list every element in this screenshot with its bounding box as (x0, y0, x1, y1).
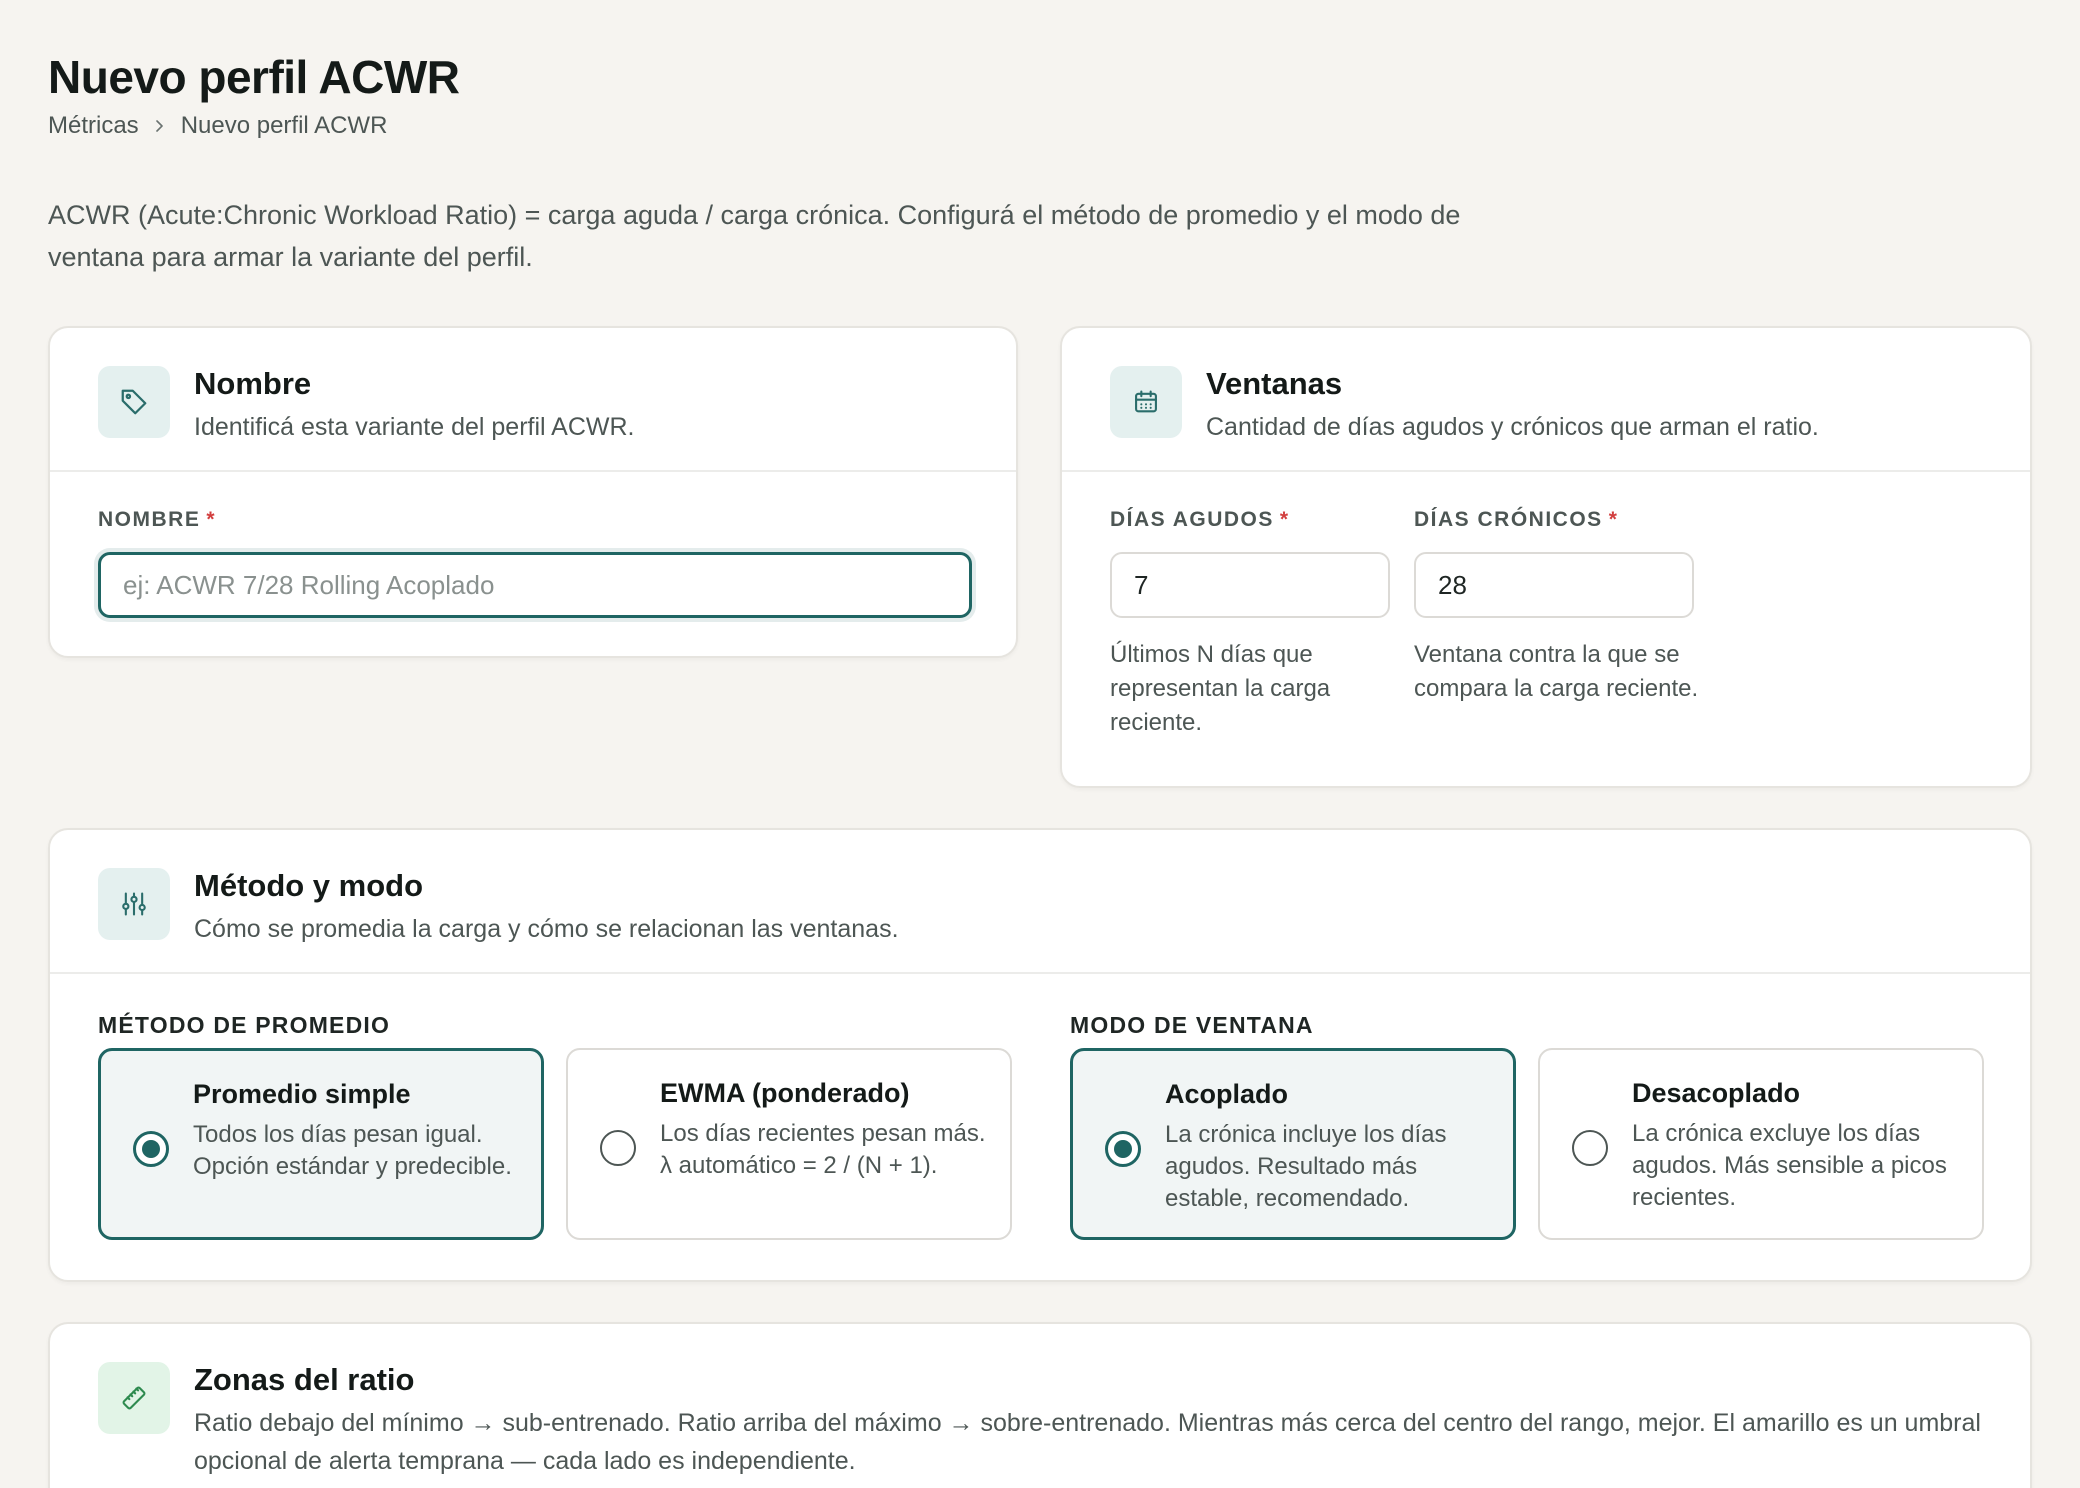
tag-icon (98, 366, 170, 438)
modo-ventana-label: MODO DE VENTANA (1070, 1012, 1314, 1038)
breadcrumb-item-metricas[interactable]: Métricas (48, 112, 139, 140)
dias-cronicos-label: DÍAS CRÓNICOS * (1414, 508, 1619, 531)
option-desc: La crónica incluye los días agudos. Resu… (1165, 1121, 1447, 1212)
radio-desacoplado[interactable] (1572, 1130, 1608, 1166)
option-title: EWMA (ponderado) (660, 1078, 910, 1108)
ruler-icon (98, 1362, 170, 1434)
zonas-card-subtitle: Ratio debajo del mínimo → sub-entrenado.… (194, 1409, 1981, 1475)
nombre-card-header: Nombre Identificá esta variante del perf… (50, 328, 1016, 472)
option-title: Acoplado (1165, 1079, 1289, 1109)
required-mark: * (1608, 508, 1619, 531)
metodo-card-header: Método y modo Cómo se promedia la carga … (50, 830, 2030, 974)
calendar-icon (1110, 366, 1182, 438)
zonas-card: Zonas del ratio Ratio debajo del mínimo … (48, 1322, 2032, 1488)
intro-text: ACWR (Acute:Chronic Workload Ratio) = ca… (48, 200, 1461, 272)
required-mark: * (1279, 508, 1290, 531)
breadcrumb: Métricas Nuevo perfil ACWR (48, 112, 387, 140)
breadcrumb-item-current: Nuevo perfil ACWR (180, 112, 388, 139)
ventanas-card-title: Ventanas (1206, 366, 1343, 401)
metodo-modo-card: Método y modo Cómo se promedia la carga … (48, 828, 2032, 1282)
nombre-card-subtitle: Identificá esta variante del perfil ACWR… (194, 413, 635, 441)
ventanas-card: Ventanas Cantidad de días agudos y cróni… (1060, 326, 2032, 788)
ventanas-card-header: Ventanas Cantidad de días agudos y cróni… (1062, 328, 2030, 472)
option-desacoplado[interactable]: Desacoplado La crónica excluye los días … (1538, 1048, 1984, 1240)
dias-cronicos-help: Ventana contra la que se compara la carg… (1414, 641, 1699, 702)
metodo-card-subtitle: Cómo se promedia la carga y cómo se rela… (194, 915, 899, 943)
option-promedio-simple[interactable]: Promedio simple Todos los días pesan igu… (98, 1048, 544, 1240)
dias-agudos-help: Últimos N días que representan la carga … (1110, 641, 1331, 736)
radio-promedio-simple[interactable] (133, 1131, 169, 1167)
zonas-card-header: Zonas del ratio Ratio debajo del mínimo … (50, 1324, 2030, 1475)
option-desc: Los días recientes pesan más. λ automáti… (660, 1120, 986, 1179)
dias-cronicos-input[interactable] (1414, 552, 1694, 618)
radio-acoplado[interactable] (1105, 1131, 1141, 1167)
option-ewma[interactable]: EWMA (ponderado) Los días recientes pesa… (566, 1048, 1012, 1240)
ventanas-card-subtitle: Cantidad de días agudos y crónicos que a… (1206, 413, 1819, 441)
option-desc: La crónica excluye los días agudos. Más … (1632, 1120, 1947, 1211)
nombre-card: Nombre Identificá esta variante del perf… (48, 326, 1018, 658)
option-title: Promedio simple (193, 1079, 411, 1109)
chevron-right-icon (153, 113, 167, 139)
metodo-card-title: Método y modo (194, 868, 424, 903)
option-title: Desacoplado (1632, 1078, 1801, 1108)
page-title: Nuevo perfil ACWR (48, 51, 460, 103)
dias-agudos-label: DÍAS AGUDOS * (1110, 508, 1290, 531)
zonas-card-title: Zonas del ratio (194, 1362, 415, 1397)
option-acoplado[interactable]: Acoplado La crónica incluye los días agu… (1070, 1048, 1516, 1240)
nombre-input[interactable] (98, 552, 972, 618)
sliders-icon (98, 868, 170, 940)
radio-ewma[interactable] (600, 1130, 636, 1166)
dias-agudos-input[interactable] (1110, 552, 1390, 618)
required-mark: * (206, 508, 217, 531)
option-desc: Todos los días pesan igual. Opción están… (193, 1121, 512, 1180)
metodo-promedio-label: MÉTODO DE PROMEDIO (98, 1012, 391, 1038)
nombre-card-title: Nombre (194, 366, 312, 401)
nombre-label: NOMBRE * (98, 508, 217, 531)
